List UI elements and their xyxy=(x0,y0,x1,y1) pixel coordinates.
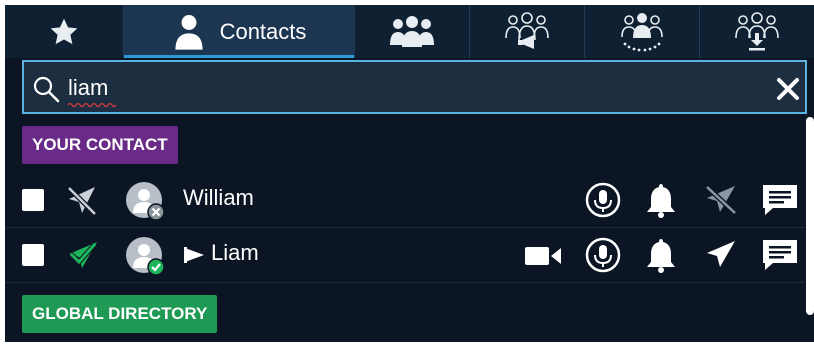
status-offline-icon xyxy=(65,185,101,217)
contact-person-icon xyxy=(172,13,206,51)
tab-groups[interactable] xyxy=(355,5,469,58)
scrollbar[interactable] xyxy=(806,117,814,315)
tab-contacts-label: Contacts xyxy=(219,18,307,44)
tab-favorites[interactable] xyxy=(5,5,123,58)
contact-name: William xyxy=(183,185,254,210)
avatar xyxy=(125,181,165,221)
send-icon[interactable] xyxy=(703,239,739,271)
tab-download[interactable] xyxy=(700,5,813,58)
tab-conference[interactable] xyxy=(585,5,699,58)
download-group-icon xyxy=(734,11,780,52)
search-icon xyxy=(32,75,60,103)
bell-icon[interactable] xyxy=(644,182,678,218)
avatar xyxy=(125,236,165,276)
close-icon xyxy=(776,77,800,101)
select-checkbox[interactable] xyxy=(22,189,44,211)
select-checkbox[interactable] xyxy=(22,244,44,266)
flag-icon xyxy=(184,247,206,263)
send-disabled-icon[interactable] xyxy=(703,184,739,216)
mic-icon[interactable] xyxy=(585,237,621,273)
clear-search-button[interactable] xyxy=(771,72,805,106)
your-contact-badge: YOUR CONTACT xyxy=(22,126,178,164)
global-directory-badge: GLOBAL DIRECTORY xyxy=(22,295,218,333)
video-icon[interactable] xyxy=(525,246,563,266)
conference-group-icon xyxy=(619,12,665,52)
message-icon[interactable] xyxy=(761,183,799,217)
bell-icon[interactable] xyxy=(644,237,678,273)
spellcheck-underline xyxy=(68,102,116,107)
message-icon[interactable] xyxy=(761,238,799,272)
contacts-panel: Contacts liam YOUR CONTACT William Liam … xyxy=(5,5,814,342)
search-box xyxy=(22,60,807,114)
star-icon xyxy=(47,16,81,48)
tab-bar: Contacts xyxy=(5,5,814,58)
search-input[interactable] xyxy=(68,71,748,105)
contact-name: Liam xyxy=(211,240,259,265)
tab-broadcast[interactable] xyxy=(470,5,584,58)
group-icon xyxy=(389,15,435,49)
contact-row[interactable]: William xyxy=(5,173,805,228)
mic-icon[interactable] xyxy=(585,182,621,218)
contact-row[interactable]: Liam xyxy=(5,228,805,283)
tab-contacts[interactable]: Contacts xyxy=(124,5,354,58)
broadcast-group-icon xyxy=(504,11,550,52)
status-online-icon xyxy=(65,240,101,272)
